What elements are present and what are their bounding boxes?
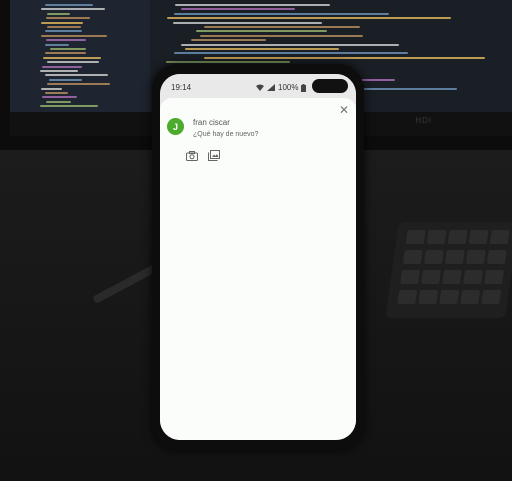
battery-icon bbox=[301, 83, 307, 92]
code-line bbox=[174, 12, 390, 15]
user-name: fran ciscar bbox=[193, 118, 230, 127]
keyboard-key bbox=[460, 290, 481, 304]
gallery-button[interactable] bbox=[208, 148, 222, 161]
code-line bbox=[46, 83, 111, 86]
signal-icon bbox=[267, 84, 275, 91]
keyboard-key bbox=[423, 250, 444, 264]
keyboard-key bbox=[426, 230, 447, 244]
keyboard-key bbox=[402, 250, 423, 264]
code-line bbox=[42, 56, 102, 59]
keyboard-key bbox=[468, 230, 489, 244]
keyboard-key bbox=[465, 250, 486, 264]
code-line bbox=[181, 8, 296, 11]
keyboard-key bbox=[400, 270, 420, 284]
status-indicators: 100% bbox=[256, 83, 307, 92]
keyboard-key bbox=[484, 270, 504, 284]
code-line bbox=[203, 56, 485, 59]
keyboard-key bbox=[481, 290, 502, 304]
code-line bbox=[195, 30, 328, 33]
keyboard-key bbox=[442, 270, 462, 284]
close-button[interactable]: ✕ bbox=[338, 104, 350, 116]
code-line bbox=[48, 78, 83, 81]
code-line bbox=[44, 4, 93, 6]
phone: 19:14 100% ✕ J fran ciscar ¿Qué hay de n… bbox=[152, 64, 364, 450]
new-post-sheet: ✕ J fran ciscar ¿Qué hay de nuevo? bbox=[160, 98, 356, 440]
front-camera-cutout bbox=[312, 79, 348, 93]
code-line bbox=[40, 87, 62, 90]
code-line bbox=[174, 52, 408, 55]
code-line bbox=[40, 105, 98, 108]
code-line bbox=[184, 48, 339, 50]
code-line bbox=[45, 17, 90, 20]
keyboard-key bbox=[421, 270, 441, 284]
code-line bbox=[46, 26, 81, 28]
code-line bbox=[44, 92, 68, 94]
post-input[interactable]: ¿Qué hay de nuevo? bbox=[193, 131, 258, 138]
keyboard-key bbox=[405, 230, 426, 244]
code-line bbox=[49, 48, 86, 50]
monitor-brand: HDI bbox=[415, 116, 432, 125]
keyboard-key bbox=[439, 290, 460, 304]
battery-percent: 100% bbox=[278, 83, 299, 92]
status-bar: 19:14 100% bbox=[160, 74, 356, 100]
code-line bbox=[200, 34, 363, 37]
code-line bbox=[46, 12, 71, 15]
code-line bbox=[165, 61, 291, 64]
code-line bbox=[174, 4, 330, 6]
wifi-icon bbox=[256, 84, 264, 91]
keyboard-key bbox=[397, 290, 418, 304]
keyboard-key bbox=[447, 230, 468, 244]
gallery-icon bbox=[208, 150, 220, 161]
code-line bbox=[47, 61, 100, 64]
code-line bbox=[167, 17, 452, 20]
keyboard bbox=[385, 222, 512, 318]
keyboard-key bbox=[486, 250, 507, 264]
code-line bbox=[44, 43, 69, 46]
code-line bbox=[172, 21, 322, 24]
code-line bbox=[204, 26, 361, 28]
code-line bbox=[181, 43, 399, 46]
camera-button[interactable] bbox=[186, 148, 200, 161]
code-line bbox=[42, 65, 82, 68]
keyboard-key bbox=[444, 250, 465, 264]
code-line bbox=[40, 70, 79, 72]
status-time: 19:14 bbox=[171, 83, 192, 92]
code-line bbox=[191, 39, 267, 42]
code-line bbox=[46, 100, 71, 103]
code-line bbox=[46, 39, 87, 42]
keyboard-key bbox=[418, 290, 439, 304]
phone-screen: 19:14 100% ✕ J fran ciscar ¿Qué hay de n… bbox=[160, 74, 356, 440]
keyboard-key bbox=[489, 230, 510, 244]
code-line bbox=[40, 34, 108, 37]
code-line bbox=[41, 21, 84, 24]
camera-icon bbox=[186, 151, 198, 161]
keyboard-key bbox=[463, 270, 483, 284]
avatar: J bbox=[167, 118, 184, 135]
